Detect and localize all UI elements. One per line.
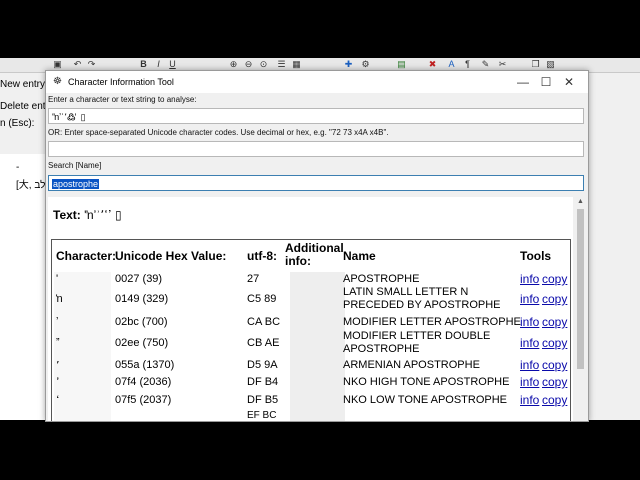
redo-icon[interactable]: ↷ — [86, 59, 97, 70]
underline-icon[interactable]: U — [167, 59, 178, 70]
enter-text-label: Enter a character or text string to anal… — [48, 95, 197, 104]
text-summary: Text: 'ŉʼʾ՚ߴߵ ▯ — [53, 208, 122, 222]
info-link[interactable]: info — [520, 292, 539, 306]
text-prefix: Text: — [53, 208, 81, 222]
character-info-dialog: ☸ Character Information Tool — ☐ ✕ Enter… — [45, 70, 589, 422]
scroll-up-arrow-icon[interactable]: ▲ — [575, 197, 586, 207]
search-value: apostrophe — [52, 179, 100, 189]
italic-icon[interactable]: I — [153, 59, 164, 70]
gear-icon[interactable]: ⚙ — [360, 59, 371, 70]
row-char: ߵ — [56, 395, 60, 407]
list-item-dash[interactable]: - — [16, 162, 19, 173]
scroll-thumb[interactable] — [577, 209, 584, 369]
codes-label: OR: Enter space-separated Unicode charac… — [48, 128, 389, 137]
codes-input[interactable] — [48, 141, 584, 157]
text-value: 'ŉʼʾ՚ߴߵ ▯ — [84, 208, 122, 222]
copy-link[interactable]: copy — [542, 375, 567, 389]
dialog-title: Character Information Tool — [68, 77, 174, 87]
zoom-in-icon[interactable]: ⊕ — [228, 59, 239, 70]
text-icon[interactable]: A — [446, 59, 457, 70]
info-link[interactable]: info — [520, 336, 539, 350]
row-char: ʼ — [56, 316, 59, 328]
row-name: MODIFIER LETTER APOSTROPHE — [343, 316, 521, 328]
row-utf8: DF B4 — [247, 376, 279, 388]
add-icon[interactable]: ✚ — [343, 59, 354, 70]
row-name: APOSTROPHE — [343, 273, 420, 285]
list-icon[interactable]: ☰ — [276, 59, 287, 70]
header-tools: Tools — [520, 249, 552, 263]
info-link[interactable]: info — [520, 272, 539, 286]
delete-icon[interactable]: ✖ — [427, 59, 438, 70]
header-additional: Additional info: — [285, 241, 344, 268]
save-icon[interactable]: ▣ — [52, 59, 63, 70]
left-list-panel: - [大, לב — [0, 154, 50, 420]
row-utf8: 27 — [247, 273, 260, 285]
row-name: NKO HIGH TONE APOSTROPHE — [343, 376, 510, 388]
additional-info-column-bg — [290, 272, 345, 421]
vertical-scrollbar[interactable]: ▲ — [575, 197, 586, 421]
delete-entry-button[interactable]: Delete entr — [0, 101, 49, 112]
copy-link[interactable]: copy — [542, 292, 567, 306]
row-hex: 0027 (39) — [115, 273, 163, 285]
header-name: Name — [343, 249, 376, 263]
scissors-icon[interactable]: ✂ — [497, 59, 508, 70]
row-char: ˮ — [56, 337, 60, 349]
copy-link[interactable]: copy — [542, 272, 567, 286]
row-hex: 07f4 (2036) — [115, 376, 172, 388]
zoom-reset-icon[interactable]: ⊙ — [258, 59, 269, 70]
row-hex: 07f5 (2037) — [115, 394, 172, 406]
row-utf8: CB AE — [247, 337, 280, 349]
info-link[interactable]: info — [520, 315, 539, 329]
row-hex: 0149 (329) — [115, 293, 169, 305]
minimize-button[interactable]: — — [511, 74, 535, 90]
row-name: LATIN SMALL LETTER N PRECEDED BY APOSTRO… — [343, 286, 501, 311]
copy-link[interactable]: copy — [542, 315, 567, 329]
copy-link[interactable]: copy — [542, 336, 567, 350]
copy-icon[interactable]: ❐ — [530, 59, 541, 70]
copy-link[interactable]: copy — [542, 358, 567, 372]
row-name: MODIFIER LETTER DOUBLE APOSTROPHE — [343, 330, 491, 355]
zoom-out-icon[interactable]: ⊖ — [243, 59, 254, 70]
row-hex: 02bc (700) — [115, 316, 168, 328]
row-char: ߴ — [56, 377, 60, 389]
pilcrow-icon[interactable]: ¶ — [462, 59, 473, 70]
row-hex: 02ee (750) — [115, 337, 169, 349]
close-button[interactable]: ✕ — [557, 74, 581, 90]
search-label: Search [Name] — [48, 161, 102, 170]
maximize-button[interactable]: ☐ — [534, 74, 558, 90]
esc-label: n (Esc): — [0, 118, 35, 129]
row-hex: 055a (1370) — [115, 359, 175, 371]
info-link[interactable]: info — [520, 375, 539, 389]
paste-icon[interactable]: ▧ — [545, 59, 556, 70]
search-input[interactable]: apostrophe — [48, 175, 584, 191]
header-unicode: Unicode Hex Value: — [115, 249, 227, 263]
list-item-hebrew[interactable]: [大, לב — [16, 176, 45, 191]
header-utf8: utf-8: — [247, 249, 277, 263]
row-utf8: CA BC — [247, 316, 281, 328]
character-table: Character: Unicode Hex Value: utf-8: Add… — [51, 239, 571, 421]
row-char: ŉ — [56, 293, 63, 305]
info-link[interactable]: info — [520, 358, 539, 372]
row-char: ՚ — [56, 360, 60, 372]
tools-icon[interactable]: ✎ — [480, 59, 491, 70]
row-utf8: D5 9A — [247, 359, 278, 371]
info-link[interactable]: info — [520, 393, 539, 407]
row-name: NKO LOW TONE APOSTROPHE — [343, 394, 508, 406]
grid-icon[interactable]: ▦ — [291, 59, 302, 70]
row-char: ' — [56, 273, 59, 285]
bold-icon[interactable]: B — [138, 59, 149, 70]
copy-link[interactable]: copy — [542, 393, 567, 407]
row-utf8-partial: EF BC — [247, 410, 277, 421]
undo-icon[interactable]: ↶ — [72, 59, 83, 70]
row-utf8: C5 89 — [247, 293, 277, 305]
app-icon: ☸ — [53, 76, 62, 87]
text-input[interactable]: 'ŉʼʾ՚߷ ̓ ▯ — [48, 108, 584, 124]
row-utf8: DF B5 — [247, 394, 279, 406]
title-bar: ☸ Character Information Tool — ☐ ✕ — [46, 71, 588, 93]
row-name: ARMENIAN APOSTROPHE — [343, 359, 480, 371]
chart-icon[interactable]: ▤ — [396, 59, 407, 70]
header-character: Character: — [56, 249, 117, 263]
results-panel: Text: 'ŉʼʾ՚ߴߵ ▯ Character: Unicode Hex V… — [48, 197, 573, 421]
